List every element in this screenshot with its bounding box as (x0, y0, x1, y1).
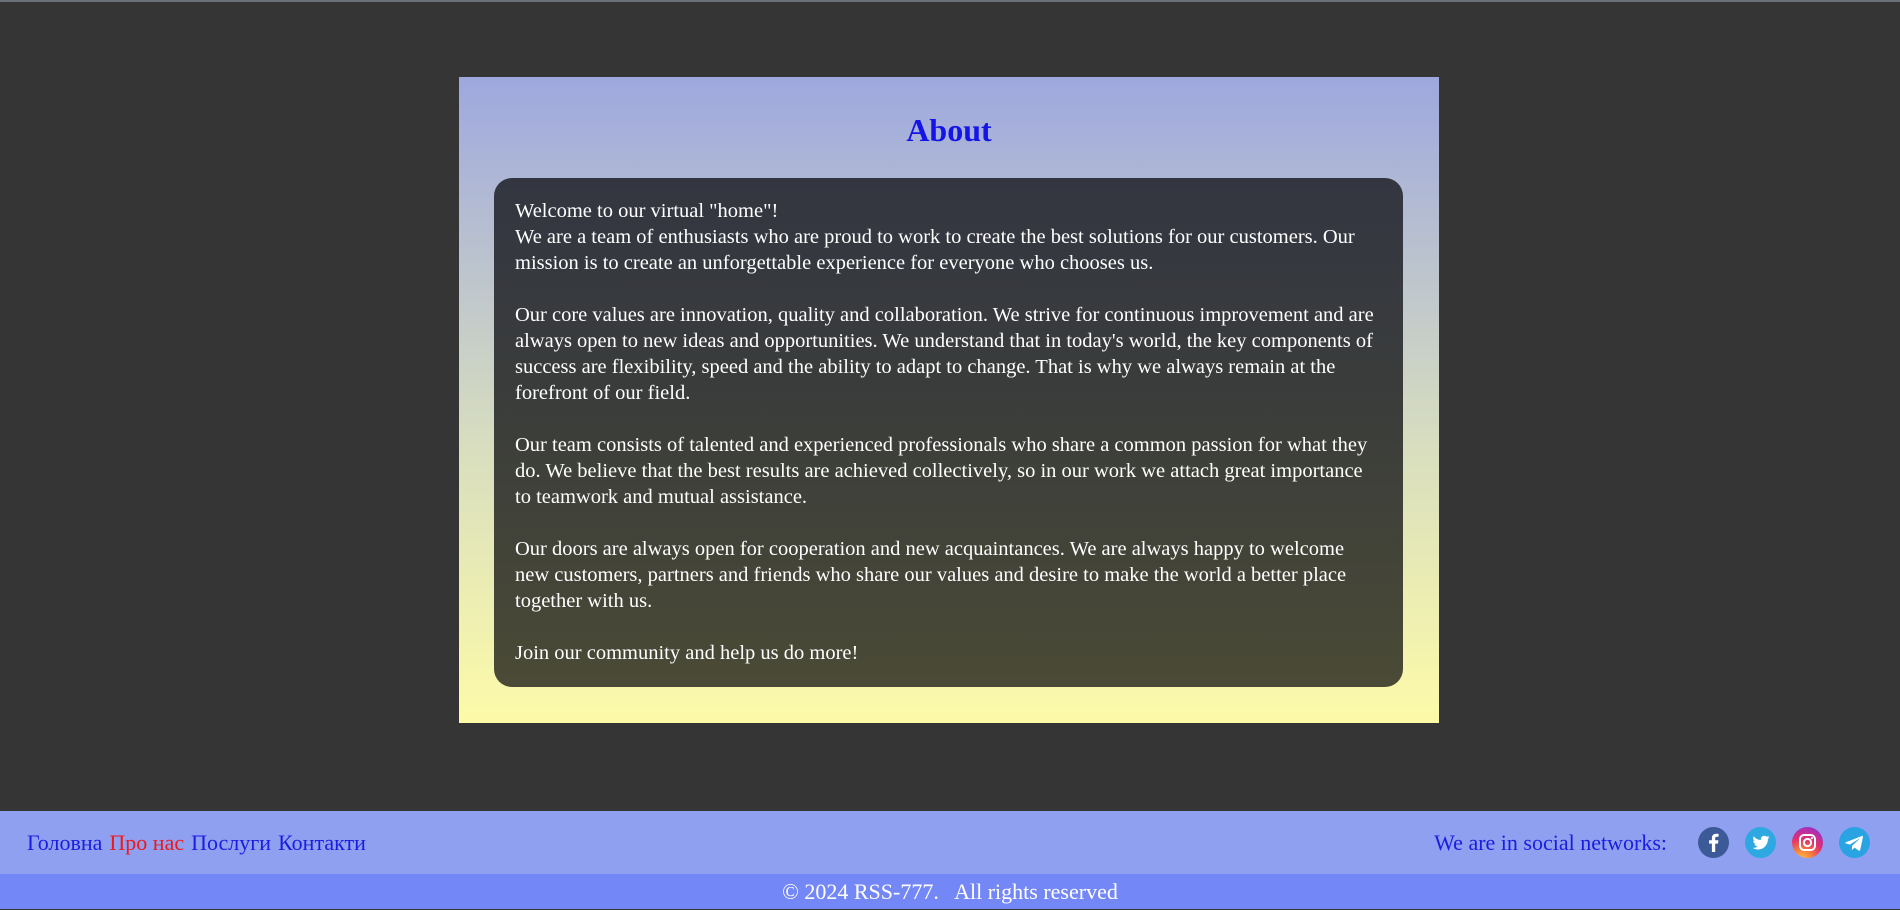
about-section: About Welcome to our virtual "home"! We … (459, 77, 1439, 723)
nav-links: Головна Про нас Послуги Контакти (27, 811, 373, 874)
nav-link-contacts[interactable]: Контакти (278, 830, 366, 856)
social-label: We are in social networks: (1434, 829, 1667, 855)
page-title: About (906, 112, 992, 148)
facebook-icon[interactable] (1698, 827, 1729, 858)
welcome-line: Welcome to our virtual "home"! (515, 200, 779, 222)
twitter-icon[interactable] (1745, 827, 1776, 858)
intro-text: We are a team of enthusiasts who are pro… (515, 226, 1355, 274)
about-card: Welcome to our virtual "home"! We are a … (494, 178, 1403, 687)
telegram-icon[interactable] (1839, 827, 1870, 858)
about-paragraph-1: Welcome to our virtual "home"! We are a … (515, 198, 1383, 276)
top-border (0, 0, 1900, 2)
copyright-text: © 2024 RSS-777. All rights reserved (782, 879, 1118, 904)
about-paragraph-5: Join our community and help us do more! (515, 642, 859, 664)
about-paragraph-4: Our doors are always open for cooperatio… (515, 538, 1347, 612)
about-paragraph-2: Our core values are innovation, quality … (515, 304, 1374, 404)
nav-link-home[interactable]: Головна (27, 830, 102, 856)
footer: © 2024 RSS-777. All rights reserved (0, 874, 1900, 909)
nav-bar: Головна Про нас Послуги Контакти We are … (0, 811, 1900, 874)
about-paragraph-3: Our team consists of talented and experi… (515, 434, 1368, 508)
nav-link-about[interactable]: Про нас (109, 830, 184, 856)
nav-link-services[interactable]: Послуги (191, 830, 271, 856)
instagram-icon[interactable] (1792, 827, 1823, 858)
social-networks: We are in social networks: (1434, 811, 1870, 874)
